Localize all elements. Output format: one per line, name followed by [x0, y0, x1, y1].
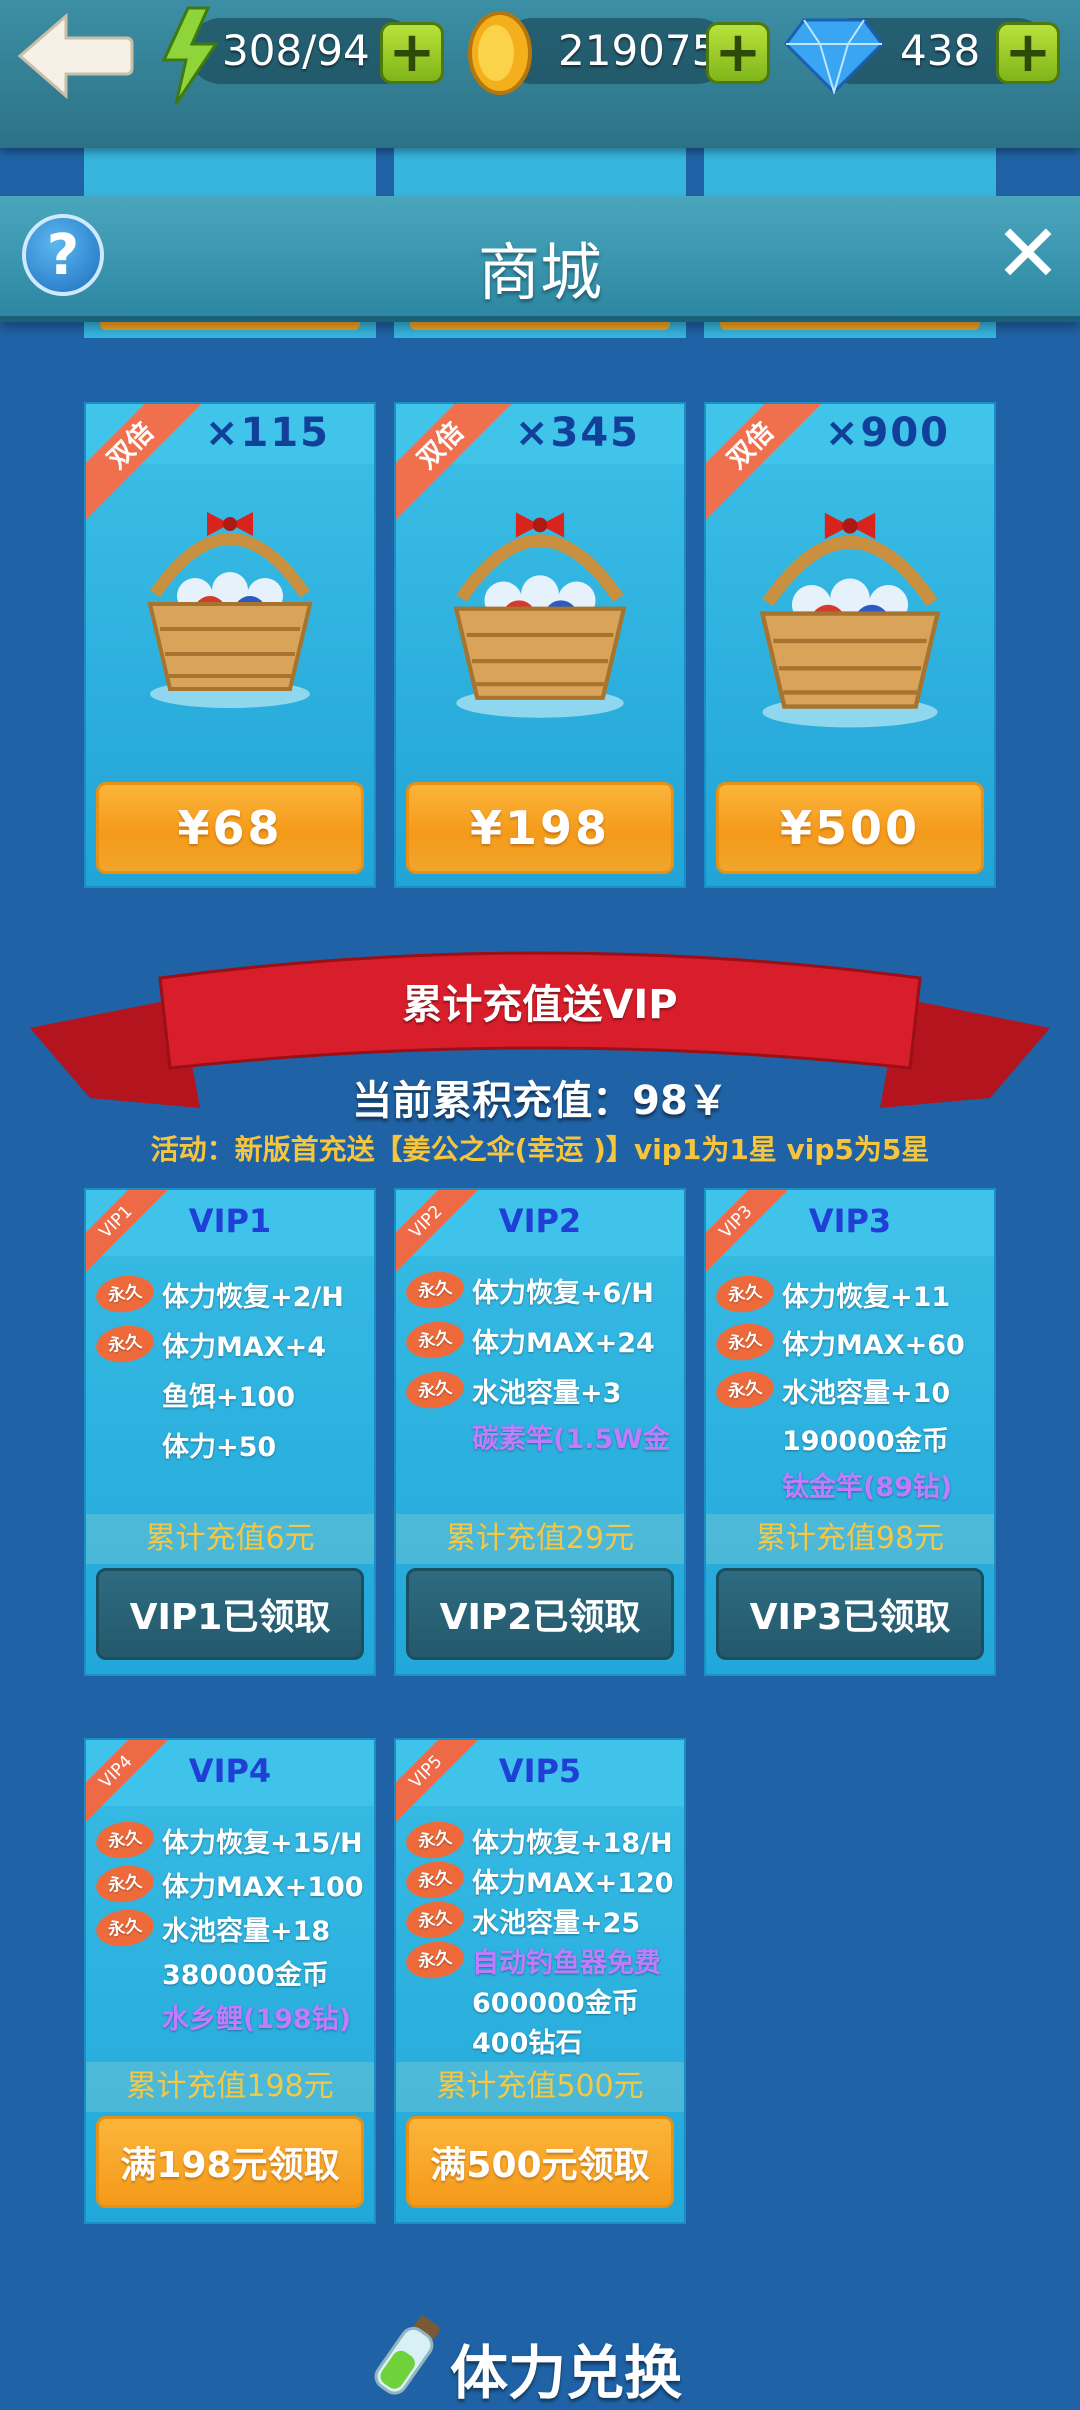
- vip-claim-button[interactable]: VIP1已领取: [96, 1568, 364, 1660]
- benefit-item: 400钻石: [472, 2027, 583, 2059]
- buy-pack-button[interactable]: ¥198: [406, 782, 674, 874]
- benefit-item: 380000金币: [162, 1959, 329, 1991]
- gem-basket-icon: [453, 512, 627, 718]
- benefit-item: 600000金币: [472, 1987, 639, 2019]
- permanent-badge: 永久: [93, 1906, 157, 1950]
- benefit-item: 鱼饵+100: [162, 1381, 295, 1413]
- benefit-item: 永久 自动钓鱼器免费: [403, 1938, 661, 1982]
- benefit-item: 钛金竿(89钻): [782, 1471, 953, 1503]
- permanent-badge: 永久: [713, 1320, 777, 1364]
- permanent-badge: 永久: [93, 1862, 157, 1906]
- back-arrow-icon[interactable]: [14, 8, 136, 104]
- activity-notice: 活动：新版首充送【姜公之伞(幸运 )】vip1为1星 vip5为5星: [150, 1133, 930, 1166]
- benefit-item: 永久 水池容量+3: [403, 1368, 621, 1412]
- store-header: ? 商城 ✕: [0, 196, 1080, 322]
- vip-card-3: VIP3 VIP3 永久 体力恢复+11 永久 体力MAX+60 永久 水池容量+10…: [704, 1188, 996, 1676]
- benefit-item: 碳素竿(1.5W金: [472, 1423, 670, 1455]
- benefit-item: 永久 体力恢复+2/H: [93, 1272, 344, 1316]
- gem-pack-card: 双倍 ×345 ¥198: [394, 402, 686, 888]
- vip-card-2: VIP2 VIP2 永久 体力恢复+6/H 永久 体力MAX+24 永久 水池容量+3…: [394, 1188, 686, 1676]
- vip-banner-title: 累计充值送VIP: [402, 982, 678, 1028]
- buy-pack-button[interactable]: ¥500: [716, 782, 984, 874]
- permanent-badge: 永久: [403, 1368, 467, 1412]
- close-button[interactable]: ✕: [990, 214, 1066, 294]
- benefit-item: 永久 体力恢复+11: [713, 1272, 950, 1316]
- permanent-badge: 永久: [713, 1272, 777, 1316]
- benefit-item: 永久 水池容量+10: [713, 1368, 950, 1412]
- buy-pack-button[interactable]: ¥68: [96, 782, 364, 874]
- permanent-badge: 永久: [403, 1268, 467, 1312]
- vip-card-5: VIP5 VIP5 永久 体力恢复+18/H 永久 体力MAX+120 永久 水池容量…: [394, 1738, 686, 2224]
- gem-pack-card: 双倍 ×900 ¥500: [704, 402, 996, 888]
- pack-quantity: ×900: [824, 410, 950, 456]
- vip-level-title: VIP5: [498, 1752, 582, 1790]
- vip-claim-button[interactable]: 满198元领取: [96, 2116, 364, 2208]
- vip-level-title: VIP2: [498, 1202, 582, 1240]
- vip-requirement: 累计充值98元: [706, 1514, 994, 1564]
- page-title: 商城: [477, 236, 602, 309]
- gem-pack-card: 双倍 ×115 ¥68: [84, 402, 376, 888]
- add-energy-button[interactable]: +: [380, 22, 444, 84]
- add-diamonds-button[interactable]: +: [996, 22, 1060, 84]
- permanent-badge: 永久: [403, 1818, 467, 1862]
- vip-level-title: VIP4: [188, 1752, 272, 1790]
- permanent-badge: 永久: [93, 1272, 157, 1316]
- vip-requirement: 累计充值500元: [396, 2062, 684, 2112]
- pack-quantity: ×115: [204, 410, 330, 456]
- permanent-badge: 永久: [93, 1818, 157, 1862]
- benefit-item: 永久 体力恢复+6/H: [403, 1268, 654, 1312]
- benefit-item: 永久 体力MAX+4: [93, 1322, 326, 1366]
- vip-card-1: VIP1 VIP1 永久 体力恢复+2/H 永久 体力MAX+4 鱼饵+100 体力…: [84, 1188, 376, 1676]
- benefit-item: 永久 体力MAX+100: [93, 1862, 364, 1906]
- diamond-icon: [784, 18, 884, 94]
- gem-basket-icon: [147, 512, 313, 708]
- resource-bar: 308/94 + 219075 + 438 +: [0, 0, 1080, 148]
- potion-bottle-icon: [374, 2315, 441, 2395]
- vip-requirement: 累计充值198元: [86, 2062, 374, 2112]
- benefit-item: 190000金币: [782, 1425, 949, 1457]
- diamonds-value: 438: [900, 26, 981, 75]
- benefit-item: 体力+50: [162, 1431, 277, 1463]
- vip-requirement: 累计充值29元: [396, 1514, 684, 1564]
- benefit-item: 永久 水池容量+25: [403, 1898, 640, 1942]
- stamina-exchange-title: 体力兑换: [450, 2339, 683, 2407]
- gem-basket-icon: [759, 512, 941, 728]
- permanent-badge: 永久: [403, 1318, 467, 1362]
- benefit-item: 水乡鲤(198钻): [162, 2003, 352, 2035]
- permanent-badge: 永久: [403, 1938, 467, 1982]
- permanent-badge: 永久: [713, 1368, 777, 1412]
- pack-quantity: ×345: [514, 410, 640, 456]
- benefit-item: 永久 体力恢复+15/H: [93, 1818, 363, 1862]
- permanent-badge: 永久: [403, 1898, 467, 1942]
- add-coins-button[interactable]: +: [706, 22, 770, 84]
- benefit-item: 永久 体力MAX+24: [403, 1318, 655, 1362]
- permanent-badge: 永久: [403, 1858, 467, 1902]
- lightning-icon: [161, 6, 219, 105]
- vip-claim-button[interactable]: 满500元领取: [406, 2116, 674, 2208]
- vip-level-title: VIP1: [188, 1202, 272, 1240]
- coin-icon: [468, 11, 532, 95]
- vip-claim-button[interactable]: VIP2已领取: [406, 1568, 674, 1660]
- benefit-item: 永久 体力MAX+60: [713, 1320, 965, 1364]
- permanent-badge: 永久: [93, 1322, 157, 1366]
- benefit-item: 永久 水池容量+18: [93, 1906, 330, 1950]
- vip-requirement: 累计充值6元: [86, 1514, 374, 1564]
- energy-value: 308/94: [222, 26, 370, 75]
- benefit-item: 永久 体力恢复+18/H: [403, 1818, 673, 1862]
- benefit-item: 永久 体力MAX+120: [403, 1858, 674, 1902]
- vip-claim-button[interactable]: VIP3已领取: [716, 1568, 984, 1660]
- vip-level-title: VIP3: [808, 1202, 892, 1240]
- current-recharge-total: 当前累积充值：98￥: [352, 1078, 728, 1124]
- coins-value: 219075: [558, 26, 719, 75]
- vip-card-4: VIP4 VIP4 永久 体力恢复+15/H 永久 体力MAX+100 永久 水池容量…: [84, 1738, 376, 2224]
